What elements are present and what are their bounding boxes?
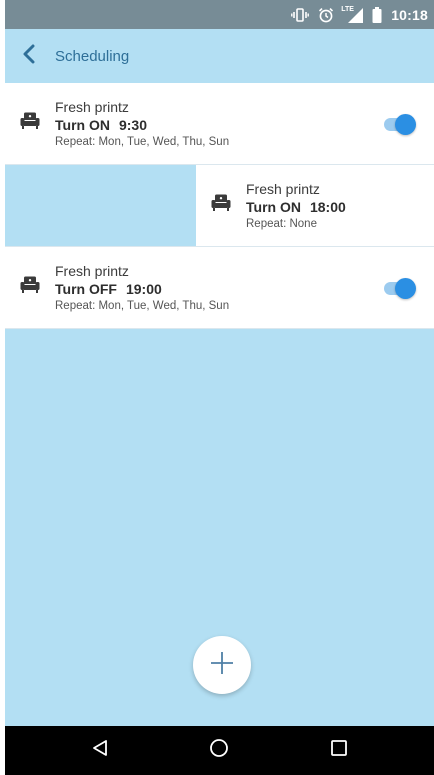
sofa-icon xyxy=(20,112,40,135)
schedule-action: Turn OFF 19:00 xyxy=(55,280,434,299)
add-schedule-button[interactable] xyxy=(193,636,251,694)
chevron-left-icon xyxy=(22,44,36,69)
recents-square-icon xyxy=(330,739,348,762)
schedule-toggle[interactable] xyxy=(380,114,416,135)
lte-label: LTE xyxy=(341,5,354,13)
status-bar: LTE 10:18 xyxy=(5,0,434,29)
app-screen: LTE 10:18 Scheduling Fresh printz Turn O… xyxy=(5,0,434,775)
page-title: Scheduling xyxy=(55,47,130,65)
battery-icon xyxy=(372,6,382,23)
schedule-row-content[interactable]: Fresh printz Turn OFF 19:00 Repeat: Mon, … xyxy=(5,247,434,328)
repeat-days: Repeat: Mon, Tue, Wed, Thu, Sun xyxy=(55,299,230,312)
repeat-days: Repeat: Mon, Tue, Wed, Thu, Sun xyxy=(55,135,230,148)
schedule-time: 9:30 xyxy=(118,116,147,133)
plus-icon xyxy=(209,650,235,681)
back-button[interactable] xyxy=(5,29,53,83)
repeat-days: Repeat: None xyxy=(246,217,317,230)
device-name: Fresh printz xyxy=(55,262,129,279)
lte-signal-icon: LTE xyxy=(341,5,364,23)
device-name: Fresh printz xyxy=(55,98,129,115)
alarm-icon xyxy=(318,7,334,23)
vibrate-icon xyxy=(291,7,310,22)
system-nav-bar xyxy=(5,726,434,775)
schedule-row[interactable]: Fresh printz Turn ON 9:30 Repeat: Mon, Tu… xyxy=(5,83,434,165)
schedule-row-swiped[interactable]: Fresh printz Turn ON 18:00 Repeat: None xyxy=(5,165,434,247)
schedule-list: Fresh printz Turn ON 9:30 Repeat: Mon, Tu… xyxy=(5,83,434,329)
schedule-time: 18:00 xyxy=(309,198,346,215)
sofa-icon xyxy=(211,194,231,217)
schedule-action: Turn ON 18:00 xyxy=(246,198,434,217)
nav-back-button[interactable] xyxy=(76,727,124,775)
schedule-row[interactable]: Fresh printz Turn OFF 19:00 Repeat: Mon, … xyxy=(5,247,434,329)
nav-recents-button[interactable] xyxy=(315,727,363,775)
sofa-icon xyxy=(20,276,40,299)
nav-home-button[interactable] xyxy=(195,727,243,775)
schedule-row-content[interactable]: Fresh printz Turn ON 18:00 Repeat: None xyxy=(196,165,434,246)
home-circle-icon xyxy=(209,738,229,763)
back-triangle-icon xyxy=(91,739,109,762)
action-label: Turn OFF xyxy=(55,280,117,297)
schedule-row-content[interactable]: Fresh printz Turn ON 9:30 Repeat: Mon, Tu… xyxy=(5,83,434,164)
schedule-toggle[interactable] xyxy=(380,278,416,299)
schedule-action: Turn ON 9:30 xyxy=(55,116,434,135)
toggle-thumb xyxy=(395,278,416,299)
app-bar: Scheduling xyxy=(5,29,434,83)
device-name: Fresh printz xyxy=(246,180,320,197)
schedule-time: 19:00 xyxy=(125,280,162,297)
status-time: 10:18 xyxy=(391,6,428,23)
toggle-thumb xyxy=(395,114,416,135)
action-label: Turn ON xyxy=(246,198,301,215)
action-label: Turn ON xyxy=(55,116,110,133)
